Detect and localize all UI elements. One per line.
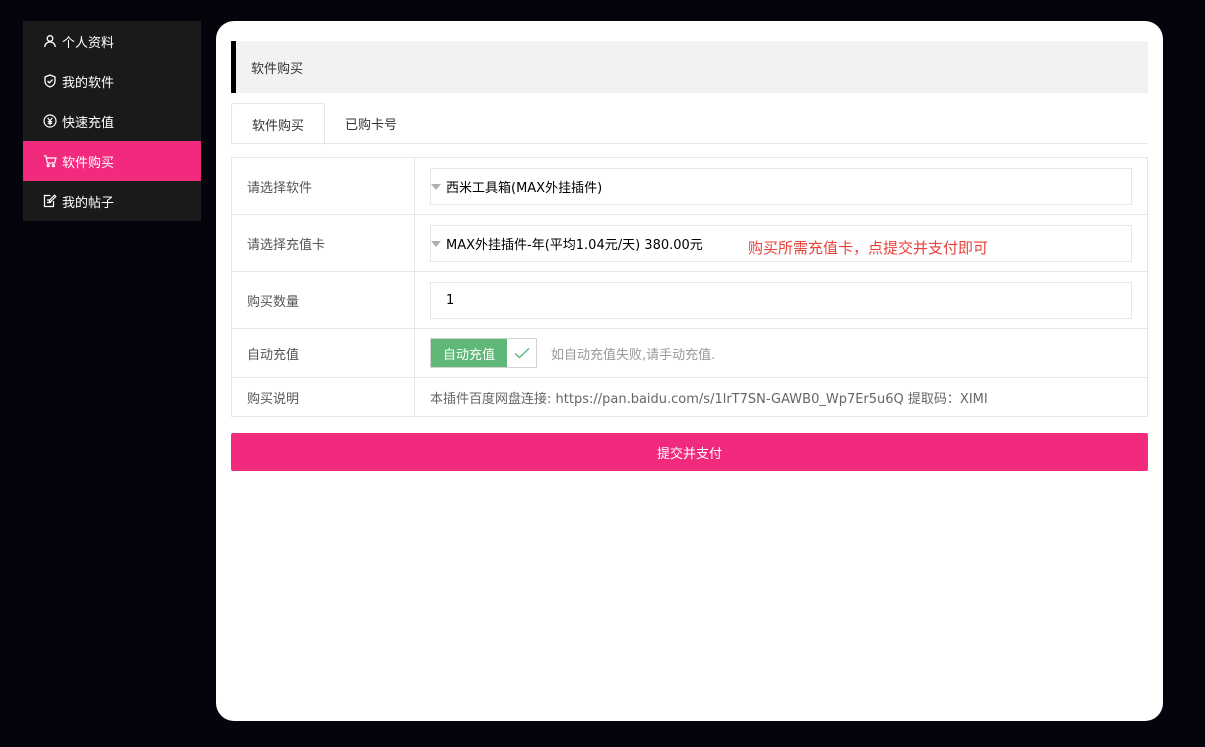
tab-purchased-cards[interactable]: 已购卡号 [325,103,417,144]
card-select[interactable]: MAX外挂插件-年(平均1.04元/天) 380.00元 购买所需充值卡，点提交… [430,224,1132,262]
auto-recharge-hint: 如自动充值失败,请手动充值. [551,347,716,363]
description-text: 本插件百度网盘连接: https://pan.baidu.com/s/1lrT7… [430,391,988,407]
sidebar-item-label: 我的软件 [62,75,115,91]
card-label: 请选择充值卡 [231,214,415,272]
dropdown-caret-icon [431,183,441,190]
software-select[interactable]: 西米工具箱(MAX外挂插件) [430,167,1132,205]
quantity-label: 购买数量 [231,271,415,329]
submit-pay-button[interactable]: 提交并支付 [231,433,1148,471]
sidebar-item-my-posts[interactable]: 我的帖子 [23,181,201,221]
auto-recharge-checkbox-label: 自动充值 [431,339,507,367]
sidebar-item-quick-recharge[interactable]: 快速充值 [23,101,201,141]
form-row-card: 请选择充值卡 MAX外挂插件-年(平均1.04元/天) 380.00元 购买所需… [231,214,1148,272]
card-select-value: MAX外挂插件-年(平均1.04元/天) 380.00元 [446,237,703,253]
page-title: 软件购买 [231,41,1148,93]
description-label: 购买说明 [231,377,415,417]
auto-recharge-label: 自动充值 [231,328,415,378]
check-icon [507,339,536,367]
sidebar-item-label: 软件购买 [62,155,115,171]
software-select-value: 西米工具箱(MAX外挂插件) [446,180,603,196]
main-panel: 软件购买 软件购买 已购卡号 请选择软件 西米工具箱(MAX外挂插件) 请选择充… [216,21,1163,721]
tab-software-purchase[interactable]: 软件购买 [231,103,326,145]
sidebar-item-label: 个人资料 [62,35,115,51]
card-hint: 购买所需充值卡，点提交并支付即可 [748,238,989,257]
sidebar-item-label: 快速充值 [62,115,115,131]
sidebar-item-profile[interactable]: 个人资料 [23,21,201,61]
post-edit-icon [43,194,57,208]
auto-recharge-checkbox[interactable]: 自动充值 [430,338,537,368]
sidebar-item-label: 我的帖子 [62,195,115,211]
software-label: 请选择软件 [231,157,415,215]
yen-icon [43,114,57,128]
quantity-input[interactable] [430,281,1132,319]
form-row-description: 购买说明 本插件百度网盘连接: https://pan.baidu.com/s/… [231,377,1148,417]
form-row-software: 请选择软件 西米工具箱(MAX外挂插件) [231,157,1148,215]
form-row-quantity: 购买数量 [231,271,1148,329]
cart-icon [43,154,57,168]
sidebar-item-software-purchase[interactable]: 软件购买 [23,141,201,181]
sidebar-item-my-software[interactable]: 我的软件 [23,61,201,101]
user-icon [43,34,57,48]
purchase-form: 请选择软件 西米工具箱(MAX外挂插件) 请选择充值卡 MAX外挂插件-年(平均… [231,157,1148,417]
form-row-auto-recharge: 自动充值 自动充值 如自动充值失败,请手动充值. [231,328,1148,378]
dropdown-caret-icon [431,240,441,247]
shield-icon [43,74,57,88]
sidebar: 个人资料 我的软件 快速充值 软件购买 我的帖子 [23,21,201,221]
tab-bar: 软件购买 已购卡号 [231,103,1148,145]
